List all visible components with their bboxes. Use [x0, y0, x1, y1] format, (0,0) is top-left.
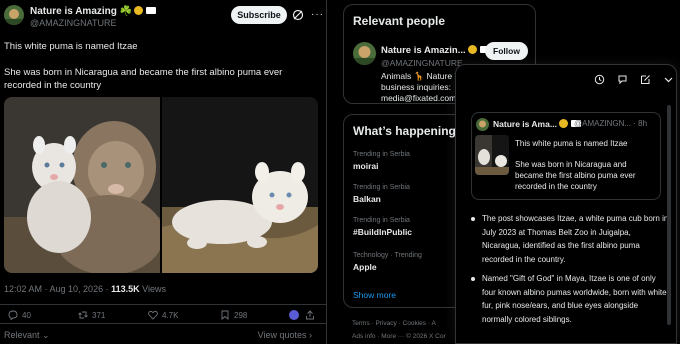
- trend-item[interactable]: Trending in Serbia moirai: [353, 151, 410, 171]
- relevant-people-title: Relevant people: [353, 14, 446, 28]
- quoted-post-handle: @AMAZINGN... · 8h: [574, 119, 648, 128]
- like-count: 4.7K: [162, 310, 179, 320]
- footer-links-row2[interactable]: Ads info · More ··· © 2026 X Cor: [352, 333, 446, 340]
- trend-name: moirai: [353, 161, 379, 171]
- repost-count: 371: [92, 310, 106, 320]
- trend-name: Apple: [353, 262, 377, 272]
- author-avatar[interactable]: [4, 5, 24, 25]
- trend-category: Trending in Serbia: [353, 217, 410, 224]
- media-image-right[interactable]: [162, 97, 318, 273]
- show-more-link[interactable]: Show more: [353, 290, 396, 300]
- trend-category: Technology · Trending: [353, 252, 422, 259]
- new-chat-icon[interactable]: [617, 74, 628, 85]
- grok-summary-item: The post showcases Itzae, a white puma c…: [470, 212, 670, 266]
- quoted-post-thumbnail: [475, 135, 509, 175]
- follow-button[interactable]: Follow: [485, 42, 528, 60]
- quoted-post-name-row: Nature is Ama...: [493, 119, 581, 129]
- footer-links-row1[interactable]: Terms · Privacy · Cookies · A: [352, 320, 436, 327]
- grok-summary-list: The post showcases Itzae, a white puma c…: [470, 212, 670, 332]
- quoted-post-name: Nature is Ama...: [493, 119, 557, 129]
- share-button[interactable]: [305, 310, 315, 320]
- post-meta: 12:02 AM · Aug 10, 2026 · 113.5K Views: [4, 284, 166, 294]
- like-icon: [148, 310, 158, 320]
- verified-icon: [558, 119, 568, 128]
- subscribe-button[interactable]: Subscribe: [231, 6, 287, 24]
- repost-icon: [78, 311, 88, 319]
- author-name-row[interactable]: Nature is Amazing ☘️: [30, 6, 157, 17]
- relevant-person-name[interactable]: Nature is Amazin...: [381, 45, 466, 56]
- share-icon: [306, 310, 314, 320]
- whats-happening-title: What’s happening: [353, 124, 456, 138]
- quoted-post-text-line2: She was born in Nicaragua and became the…: [515, 160, 636, 191]
- quoted-post-text-line1: This white puma is named Itzae: [515, 139, 628, 148]
- post-text-line1: This white puma is named Itzae: [4, 41, 138, 52]
- trend-name: #BuildInPublic: [353, 227, 413, 237]
- trend-item[interactable]: Technology · Trending Apple: [353, 252, 422, 272]
- grok-icon[interactable]: [292, 9, 304, 21]
- like-button[interactable]: 4.7K: [148, 310, 178, 320]
- view-quotes-link[interactable]: View quotes ›: [258, 330, 312, 340]
- post-text-line2: She was born in Nicaragua and became the…: [4, 67, 283, 91]
- grok-panel: Nature is Ama... @AMAZINGN... · 8h This …: [455, 64, 677, 344]
- affiliate-badge-icon: [146, 7, 157, 14]
- verified-icon: [467, 45, 477, 54]
- relevant-person-handle[interactable]: @AMAZINGNATURE: [381, 58, 463, 68]
- trend-name: Balkan: [353, 194, 381, 204]
- author-name[interactable]: Nature is Amazing ☘️: [30, 6, 132, 17]
- author-handle[interactable]: @AMAZINGNATURE: [30, 18, 116, 28]
- edit-icon[interactable]: [640, 74, 651, 85]
- grok-analyze-button[interactable]: [289, 310, 299, 320]
- trend-category: Trending in Serbia: [353, 151, 410, 158]
- history-icon[interactable]: [594, 74, 605, 85]
- trend-item[interactable]: Trending in Serbia #BuildInPublic: [353, 217, 412, 237]
- chevron-down-icon[interactable]: [663, 74, 674, 85]
- quoted-post[interactable]: Nature is Ama... @AMAZINGN... · 8h This …: [471, 112, 661, 200]
- relevant-person-avatar[interactable]: [353, 42, 376, 65]
- action-bar: 40 371 4.7K 298: [0, 304, 327, 324]
- grok-summary-item: Named "Gift of God" in Maya, Itzae is on…: [470, 272, 670, 326]
- bookmark-icon: [221, 310, 229, 320]
- trend-item[interactable]: Trending in Serbia Balkan: [353, 184, 410, 204]
- relevant-person-name-row[interactable]: Nature is Amazin...: [381, 45, 490, 56]
- bookmark-count: 298: [234, 310, 248, 320]
- reply-icon: [8, 310, 18, 320]
- grok-panel-scrollbar[interactable]: [667, 105, 671, 325]
- reply-count: 40: [22, 310, 31, 320]
- views-label: Views: [139, 284, 166, 294]
- grok-panel-toolbar: [594, 74, 674, 86]
- bookmark-button[interactable]: 298: [220, 310, 247, 320]
- post-media[interactable]: [4, 97, 318, 273]
- post-time[interactable]: 12:02 AM · Aug 10, 2026 ·: [4, 284, 111, 294]
- sort-replies-dropdown[interactable]: Relevant ⌄: [4, 330, 50, 341]
- grok-analyze-icon: [289, 310, 299, 320]
- post-column: Nature is Amazing ☘️ @AMAZINGNATURE Subs…: [0, 0, 327, 344]
- trend-category: Trending in Serbia: [353, 184, 410, 191]
- repost-button[interactable]: 371: [78, 310, 105, 320]
- verified-icon: [134, 6, 144, 15]
- media-image-left[interactable]: [4, 97, 160, 273]
- more-icon[interactable]: ···: [311, 9, 324, 20]
- views-count: 113.5K: [111, 284, 140, 294]
- reply-button[interactable]: 40: [8, 310, 31, 320]
- quoted-post-avatar: [476, 118, 489, 131]
